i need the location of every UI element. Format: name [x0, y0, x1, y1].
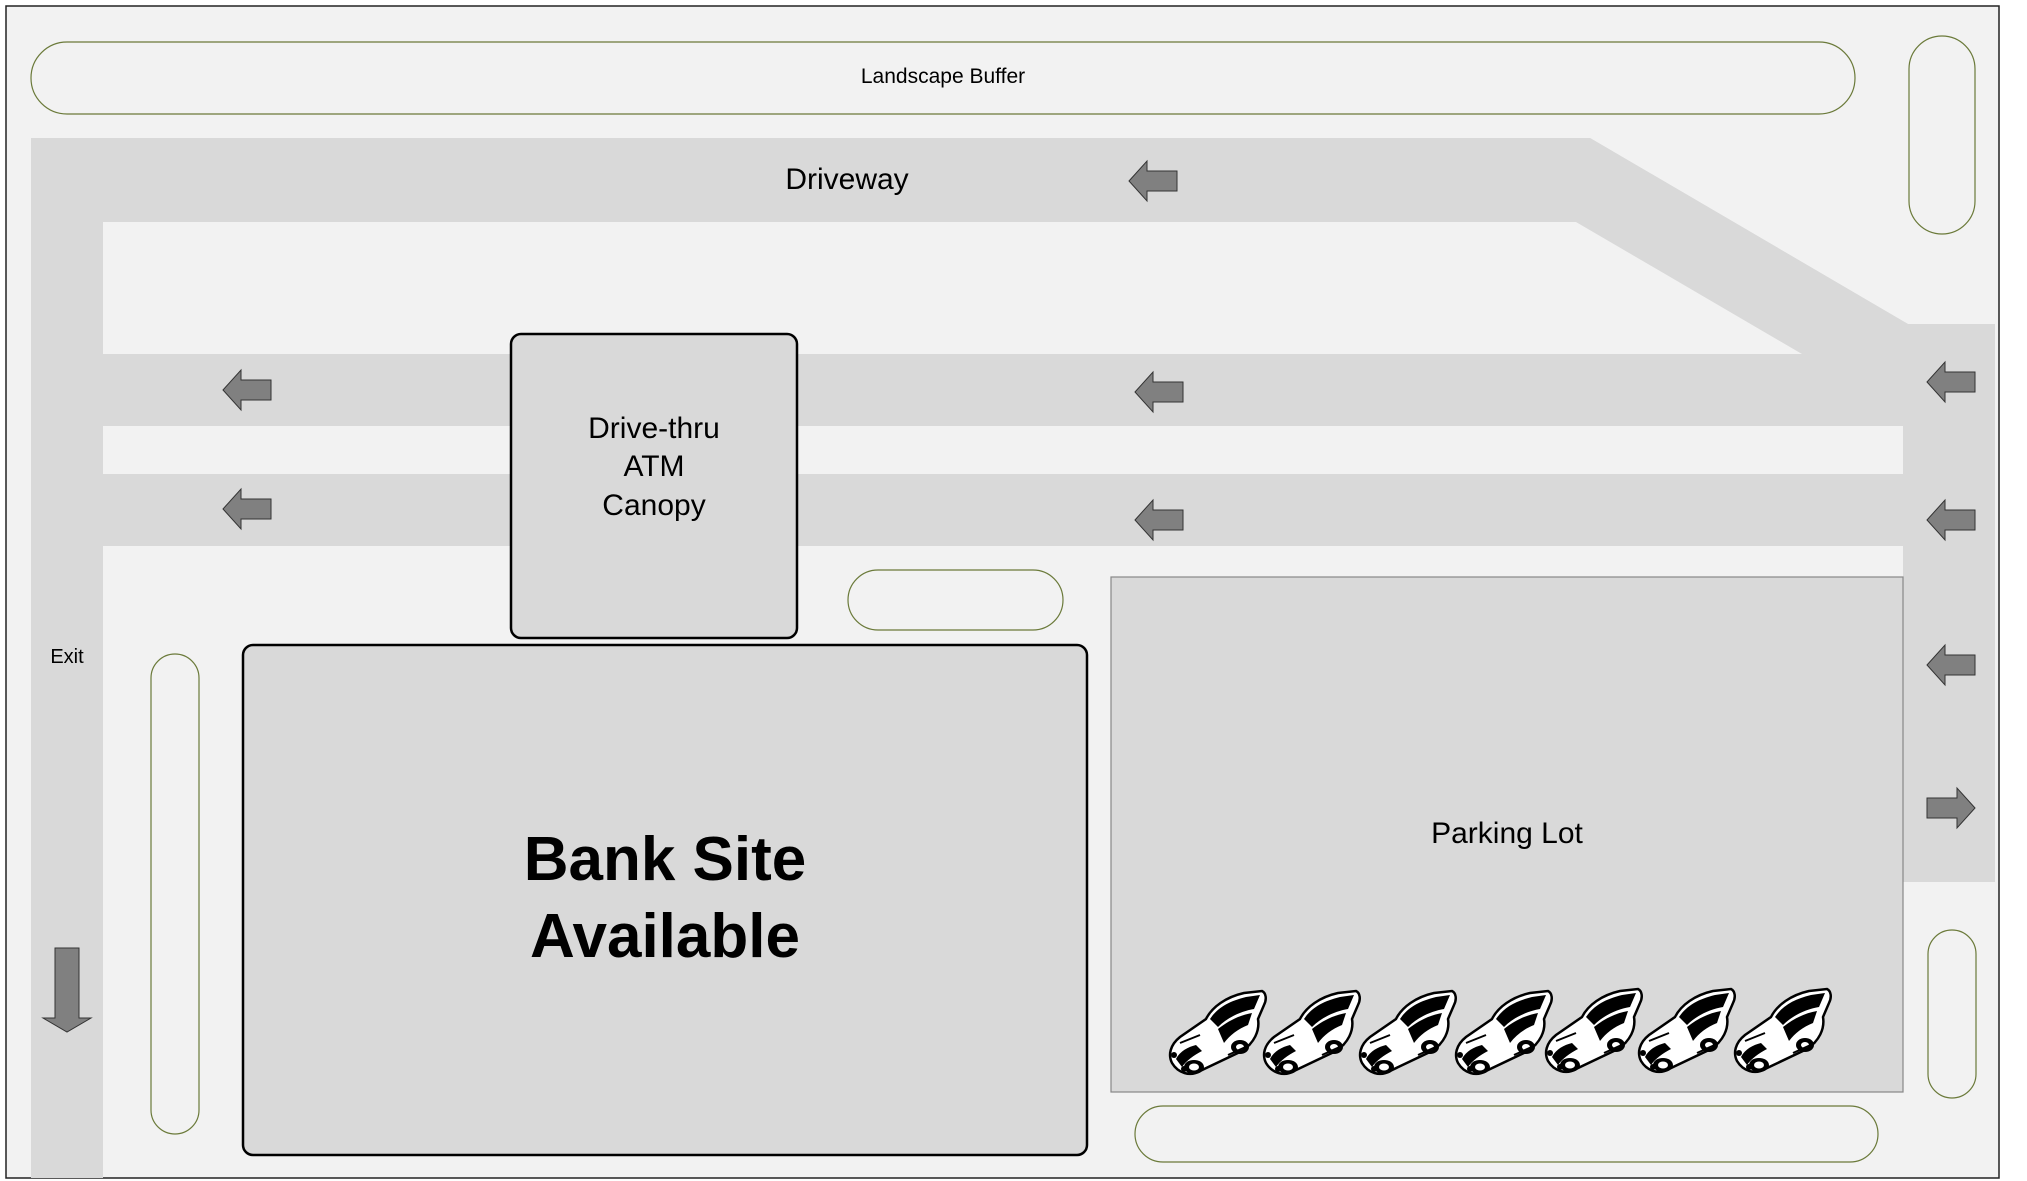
- parking-lot-label: Parking Lot: [1431, 817, 1583, 850]
- atm-canopy: [509, 332, 799, 640]
- bank-label-line2: Available: [530, 902, 800, 971]
- site-plan-drawing: Landscape Buffer Driveway Exit Drive-thr…: [5, 5, 2000, 1179]
- lane-median: [103, 426, 1903, 474]
- bank-label-line1: Bank Site: [524, 825, 807, 894]
- atm-label-line2: ATM: [623, 450, 684, 483]
- exit-label: Exit: [50, 646, 84, 668]
- landscape-island-center: [847, 569, 1064, 631]
- atm-label-line1: Drive-thru: [588, 412, 720, 445]
- landscape-buffer-bottom-right: [1927, 929, 1977, 1099]
- ground-strip: [103, 546, 1903, 558]
- landscape-buffer-top-right: [1908, 35, 1976, 235]
- landscape-buffer-bottom: [1134, 1105, 1879, 1163]
- landscape-buffer-label: Landscape Buffer: [861, 65, 1025, 88]
- landscape-buffer-left: [150, 653, 200, 1135]
- site-plan: Landscape Buffer Driveway Exit Drive-thr…: [0, 0, 2027, 1181]
- bank-building: [241, 643, 1089, 1157]
- inner-lawn: [103, 222, 1802, 354]
- drive-thru-lane-2: [103, 474, 1903, 546]
- atm-label-line3: Canopy: [602, 489, 705, 522]
- driveway-label: Driveway: [785, 163, 908, 196]
- drive-thru-lane-1: [103, 354, 1903, 426]
